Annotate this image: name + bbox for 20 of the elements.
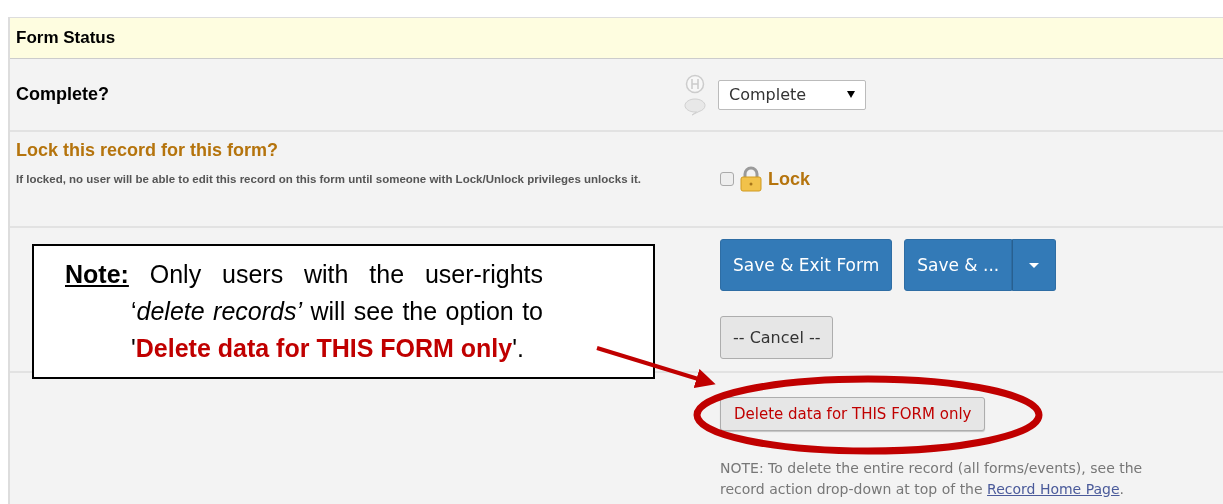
padlock-icon bbox=[740, 166, 762, 192]
save-button[interactable]: Save & ... bbox=[904, 239, 1013, 291]
help-icon[interactable] bbox=[685, 73, 705, 94]
save-exit-button[interactable]: Save & Exit Form bbox=[720, 239, 893, 291]
delete-button[interactable]: Delete data for THIS FORM only bbox=[720, 397, 986, 431]
note-text: Note: Only users with the user-rights ‘delete records’ will see the option to 'Delete data for THIS FORM only'. bbox=[65, 259, 543, 364]
section-header: Form Status bbox=[16, 28, 116, 48]
field-label: Complete? bbox=[16, 84, 109, 105]
caret-icon bbox=[847, 91, 855, 98]
note-text: NOTE: To delete the entire record (all forms/events), see the record action drop-down at top of the Record Home Page. bbox=[720, 459, 1144, 499]
comment-icon[interactable] bbox=[684, 97, 706, 116]
dropdown-toggle[interactable] bbox=[1012, 239, 1057, 291]
lock-checkbox[interactable] bbox=[720, 172, 734, 186]
caret-icon bbox=[1029, 262, 1040, 268]
field-label: Lock this record for this form? bbox=[16, 140, 280, 161]
lock-label: Lock bbox=[768, 168, 810, 190]
cancel-button[interactable]: -- Cancel -- bbox=[720, 316, 834, 359]
status-dropdown[interactable]: Complete bbox=[718, 79, 866, 110]
field-description: If locked, no user will be able to edit this record on this form until someone with Lock/Unlock privileges unlocks it. bbox=[16, 172, 642, 187]
record-home-link[interactable]: Record Home Page bbox=[987, 481, 1120, 497]
